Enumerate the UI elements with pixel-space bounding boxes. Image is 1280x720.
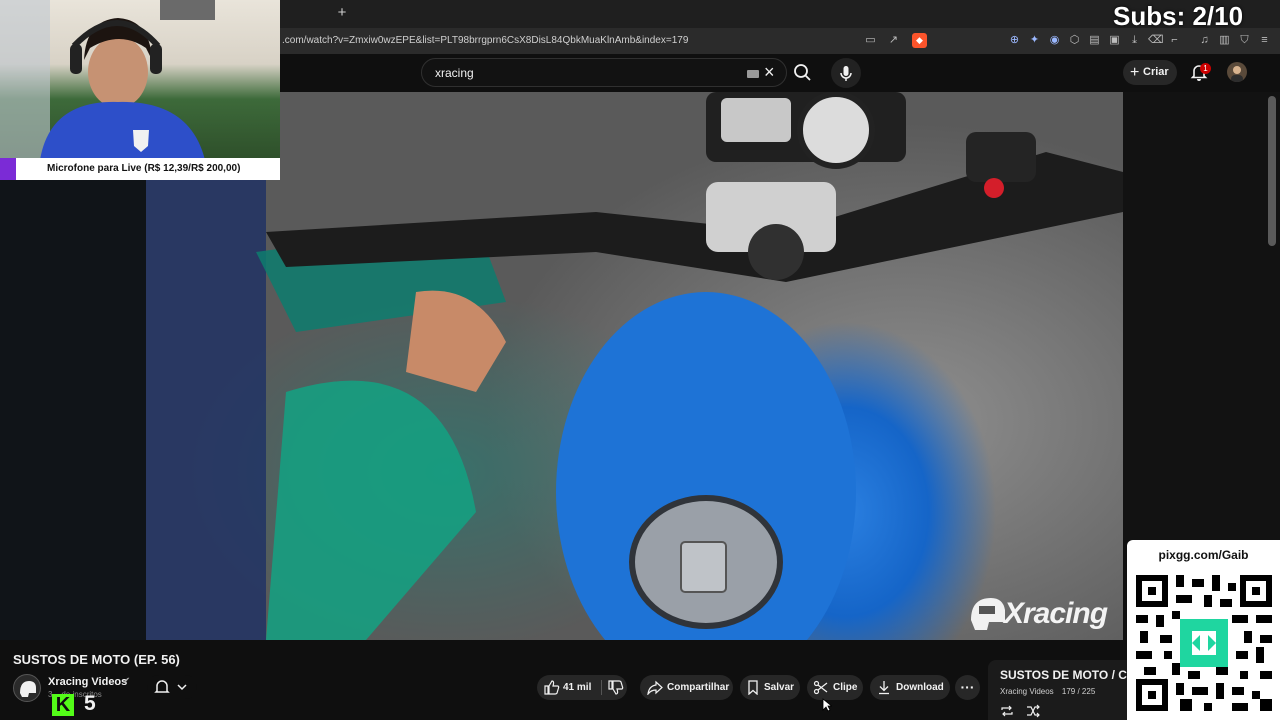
playlist-panel[interactable]: SUSTOS DE MOTO / C Xracing Videos 179 / … [988,660,1138,720]
download-label: Download [896,682,944,693]
share-icon[interactable]: ↗ [887,34,900,47]
sub-goal-counter: Subs: 2/10 [1113,1,1244,31]
cast-icon[interactable]: ⌐ [1168,34,1181,47]
playlist-title[interactable]: SUSTOS DE MOTO / C [1000,668,1127,682]
more-actions-button[interactable]: ··· [955,675,980,700]
download-icon [879,681,889,695]
scissors-icon [813,680,828,695]
dislike-icon[interactable] [608,680,624,695]
create-button[interactable]: + Criar [1123,60,1177,85]
page-scrollbar[interactable] [1268,96,1276,246]
shield-icon[interactable]: ⛉ [1238,34,1251,47]
search-input[interactable]: xracing × [421,58,787,87]
bookmark-icon [748,680,758,695]
qr-code [1136,575,1272,711]
extension-icon[interactable]: ◉ [1048,34,1061,47]
kick-logo: K [52,694,74,716]
left-backdrop [0,180,146,640]
keyboard-icon[interactable] [747,70,759,78]
sidebar-icon[interactable]: ▥ [1218,34,1231,47]
like-count[interactable]: 41 mil [563,675,591,700]
share-button[interactable]: Compartilhar [640,675,733,700]
channel-name[interactable]: Xracing Videos [48,676,127,688]
like-icon[interactable] [544,680,560,695]
watermark-text: Xracing [1004,597,1108,630]
playlist-meta: Xracing Videos 179 / 225 [1000,687,1095,696]
plus-icon: + [1130,64,1140,81]
webcam-streamer-image [0,0,215,160]
playlist-channel[interactable]: Xracing Videos [1000,687,1054,696]
video-frame-motorcycle [146,92,1123,640]
music-icon[interactable]: ♫ [1198,34,1211,47]
mic-icon [840,66,852,81]
menu-icon[interactable]: ≡ [1258,34,1271,47]
clip-button[interactable]: Clipe [807,675,863,700]
mouse-cursor-icon [822,698,832,712]
webcam-overlay [0,0,280,160]
video-player[interactable] [146,92,1123,640]
helmet-logo-icon [971,598,1005,630]
verified-icon: ✔ [122,676,131,687]
download-icon[interactable]: ⤓ [1128,34,1141,47]
donation-goal-text: Microfone para Live (R$ 12,39/R$ 200,00) [47,163,241,174]
create-label: Criar [1143,66,1169,78]
window-icon[interactable]: ▣ [1108,34,1121,47]
search-query[interactable]: xracing [435,66,474,80]
clip-label: Clipe [833,682,858,693]
search-button[interactable] [787,58,817,87]
like-dislike-group: 41 mil [537,675,627,700]
video-title: SUSTOS DE MOTO (EP. 56) [13,652,180,667]
kick-viewer-count: 5 [84,692,96,715]
clear-search-icon[interactable]: × [764,62,775,82]
new-tab-button[interactable]: + [334,4,350,22]
right-sidebar [1123,92,1280,540]
playlist-position: 179 / 225 [1061,687,1096,696]
extension-icon[interactable]: ✦ [1028,34,1041,47]
subscription-bell-button[interactable] [147,675,197,699]
trash-icon[interactable]: ⌫ [1148,34,1164,47]
shuffle-icon[interactable] [1026,704,1040,718]
share-label: Compartilhar [667,682,730,693]
loop-icon[interactable] [1000,704,1014,718]
save-label: Salvar [764,682,795,693]
puzzle-icon[interactable]: ⬡ [1068,34,1081,47]
url-text[interactable]: .com/watch?v=Zmxiw0wzEPE&list=PLT98brrgp… [282,35,688,46]
list-icon[interactable]: ▤ [1088,34,1101,47]
like-divider [601,680,602,695]
brave-shield-icon[interactable]: ◆ [912,33,927,48]
bell-icon [154,680,187,693]
save-button[interactable]: Salvar [740,675,800,700]
download-button[interactable]: Download [870,675,950,700]
cast-icon[interactable]: ▭ [864,34,877,47]
pix-link: pixgg.com/Gaib [1158,548,1249,562]
share-icon [647,680,663,695]
translate-icon[interactable]: ⊕ [1008,34,1021,47]
channel-avatar[interactable] [13,674,41,702]
notification-badge: 1 [1200,63,1211,74]
voice-search-button[interactable] [831,58,861,88]
search-icon [794,64,811,81]
account-avatar[interactable] [1227,62,1247,82]
